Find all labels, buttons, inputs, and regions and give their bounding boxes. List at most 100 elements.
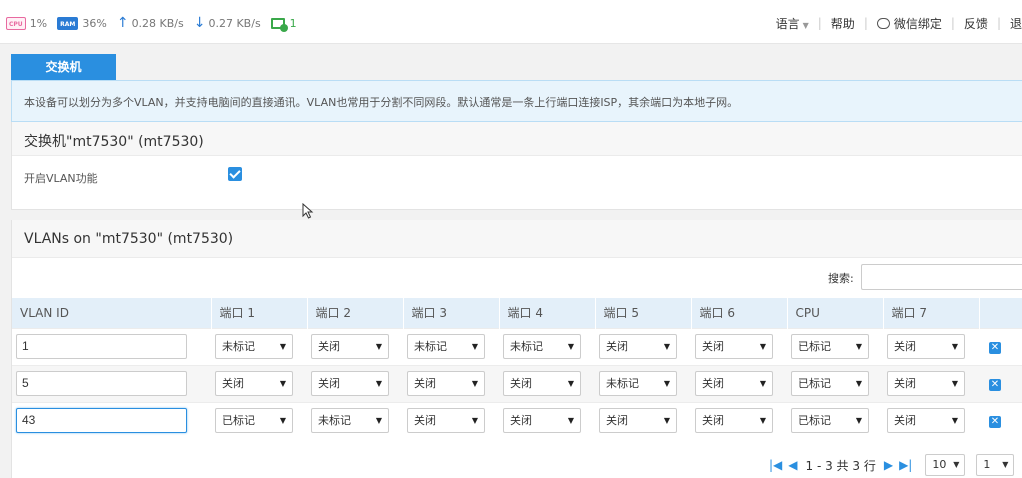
port-mode-select[interactable]: 关闭 ▼ (311, 334, 389, 359)
chevron-down-icon: ▼ (663, 342, 670, 351)
port-mode-select[interactable]: 已标记 ▼ (791, 334, 869, 359)
delete-icon[interactable]: ✕ (989, 379, 1001, 391)
table-cell: ✕ (979, 401, 1022, 439)
help-link[interactable]: 帮助 (831, 15, 855, 32)
table-cell: 关闭 ▼ (691, 364, 787, 402)
port-mode-value: 关闭 (606, 340, 628, 353)
port-mode-value: 关闭 (702, 414, 724, 428)
port-mode-select[interactable]: 未标记 ▼ (599, 371, 677, 396)
table-cell: 关闭 ▼ (403, 364, 499, 402)
last-page-icon[interactable]: ▶| (899, 458, 912, 472)
upload-arrow-icon: ↑ (116, 15, 129, 31)
column-header[interactable]: 端口 1 (211, 298, 308, 328)
chevron-down-icon: ▼ (802, 20, 809, 30)
search-input[interactable] (861, 264, 1022, 290)
port-mode-select[interactable]: 关闭 ▼ (407, 371, 485, 396)
port-mode-select[interactable]: 未标记 ▼ (407, 334, 485, 359)
port-mode-value: 关闭 (318, 340, 340, 353)
port-mode-select[interactable]: 已标记 ▼ (791, 371, 869, 396)
port-mode-select[interactable]: 关闭 ▼ (311, 371, 389, 396)
vlan-id-input[interactable]: 43 (16, 408, 187, 434)
chevron-down-icon: ▼ (855, 416, 862, 426)
delete-icon[interactable]: ✕ (989, 342, 1001, 354)
table-header-row: VLAN ID 端口 1 端口 2 端口 3 端口 4 端口 5 端口 6 CP… (12, 298, 1022, 328)
port-mode-value: 关闭 (222, 377, 244, 390)
port-mode-select[interactable]: 未标记 ▼ (311, 408, 389, 434)
port-mode-value: 关闭 (702, 377, 724, 390)
chevron-down-icon: ▼ (279, 379, 286, 388)
connected-devices-count[interactable]: 1 (290, 17, 297, 30)
chevron-down-icon: ▼ (951, 342, 958, 351)
chevron-down-icon: ▼ (279, 416, 286, 426)
port-mode-value: 关闭 (606, 414, 628, 428)
table-cell: 关闭 ▼ (307, 364, 403, 402)
column-header[interactable]: VLAN ID (12, 298, 212, 328)
chevron-down-icon: ▼ (759, 416, 766, 426)
first-page-icon[interactable]: |◀ (769, 458, 782, 472)
info-banner: 本设备可以划分为多个VLAN，并支持电脑间的直接通讯。VLAN也常用于分割不同网… (11, 80, 1022, 122)
table-cell: 关闭 ▼ (883, 327, 979, 365)
page-number-select[interactable]: 1 ▼ (976, 454, 1015, 476)
column-header[interactable]: CPU (787, 298, 884, 328)
pagination: |◀ ◀ 1 - 3 共 3 行 ▶ ▶| 10 ▼ 1 ▼ (766, 454, 1015, 476)
chevron-down-icon: ▼ (663, 416, 670, 426)
connected-devices-icon[interactable] (270, 17, 288, 32)
column-header[interactable]: 端口 5 (595, 298, 692, 328)
column-header[interactable]: 端口 7 (883, 298, 980, 328)
vlan-id-input[interactable]: 1 (16, 334, 187, 359)
prev-page-icon[interactable]: ◀ (788, 458, 797, 472)
vlan-id-input[interactable]: 5 (16, 371, 187, 396)
port-mode-select[interactable]: 已标记 ▼ (215, 408, 293, 434)
port-mode-select[interactable]: 关闭 ▼ (695, 334, 773, 359)
delete-icon[interactable]: ✕ (989, 416, 1001, 429)
port-mode-select[interactable]: 关闭 ▼ (887, 371, 965, 396)
mouse-cursor-icon (302, 203, 314, 219)
port-mode-select[interactable]: 关闭 ▼ (503, 371, 581, 396)
table-row: 5 关闭 ▼ 关闭 ▼ 关闭 ▼ 关闭 ▼ 未标记 ▼ 关闭 ▼ 已标记 ▼ 关闭 ▼ ✕ (12, 364, 1022, 402)
port-mode-select[interactable]: 关闭 ▼ (503, 408, 581, 434)
port-mode-select[interactable]: 未标记 ▼ (503, 334, 581, 359)
column-header[interactable]: 端口 3 (403, 298, 500, 328)
wechat-bind-link[interactable]: 微信绑定 (876, 15, 942, 32)
table-cell: 已标记 ▼ (787, 327, 883, 365)
chevron-down-icon: ▼ (663, 379, 670, 388)
logout-link[interactable]: 退 (1010, 15, 1022, 32)
page-size-select[interactable]: 10 ▼ (925, 454, 966, 476)
port-mode-select[interactable]: 关闭 ▼ (599, 334, 677, 359)
port-mode-value: 关闭 (894, 414, 916, 428)
language-menu[interactable]: 语言 ▼ (776, 15, 809, 32)
top-nav: 语言 ▼ | 帮助 | 微信绑定 | 反馈 | 退 (776, 14, 1022, 32)
port-mode-select[interactable]: 关闭 ▼ (887, 408, 965, 434)
port-mode-select[interactable]: 关闭 ▼ (215, 371, 293, 396)
next-page-icon[interactable]: ▶ (884, 458, 893, 472)
cpu-usage: 1% (29, 16, 48, 30)
enable-vlan-checkbox[interactable] (228, 167, 242, 181)
table-cell: ✕ (979, 364, 1022, 402)
feedback-link[interactable]: 反馈 (964, 15, 988, 32)
port-mode-value: 关闭 (510, 414, 532, 428)
chevron-down-icon: ▼ (953, 460, 960, 469)
enable-vlan-label: 开启VLAN功能 (24, 172, 98, 185)
table-cell: 关闭 ▼ (595, 327, 691, 365)
port-mode-value: 已标记 (798, 377, 831, 390)
column-header[interactable]: 端口 4 (499, 298, 596, 328)
chevron-down-icon: ▼ (375, 379, 382, 388)
table-cell: 关闭 ▼ (403, 401, 499, 439)
column-header[interactable]: 端口 6 (691, 298, 788, 328)
upload-rate: 0.28 KB/s (131, 16, 184, 30)
port-mode-select[interactable]: 关闭 ▼ (695, 408, 773, 434)
column-header[interactable]: 端口 2 (307, 298, 404, 328)
port-mode-value: 未标记 (318, 414, 351, 428)
chevron-down-icon: ▼ (471, 342, 478, 351)
port-mode-select[interactable]: 未标记 ▼ (215, 334, 293, 359)
port-mode-value: 关闭 (894, 340, 916, 353)
port-mode-select[interactable]: 关闭 ▼ (407, 408, 485, 434)
system-stats: CPU 1% RAM 36% ↑ 0.28 KB/s ↓ 0.27 KB/s 1 (6, 14, 297, 32)
port-mode-select[interactable]: 已标记 ▼ (791, 408, 869, 434)
port-mode-value: 已标记 (798, 414, 831, 428)
port-mode-select[interactable]: 关闭 ▼ (887, 334, 965, 359)
tab-switch[interactable]: 交换机 (11, 54, 116, 80)
table-cell: 5 (12, 364, 211, 402)
port-mode-select[interactable]: 关闭 ▼ (599, 408, 677, 434)
port-mode-select[interactable]: 关闭 ▼ (695, 371, 773, 396)
